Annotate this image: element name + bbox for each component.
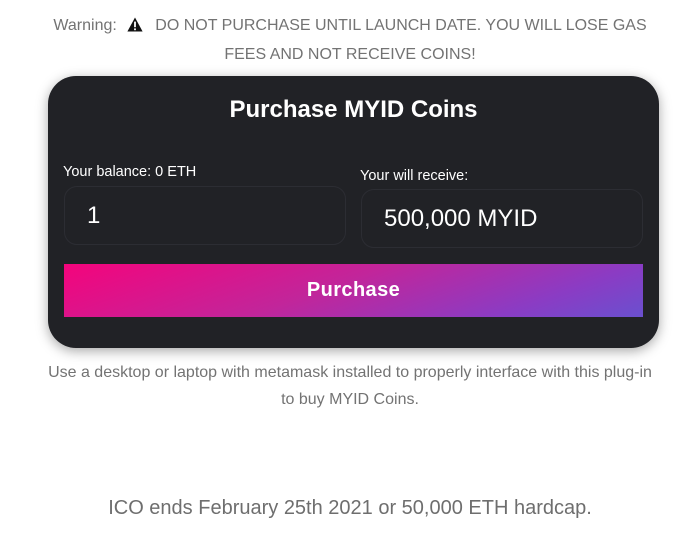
purchase-card: Purchase MYID Coins Your balance: 0 ETH … bbox=[48, 76, 659, 348]
card-title: Purchase MYID Coins bbox=[229, 96, 478, 123]
warning-banner: Warning: DO NOT PURCHASE UNTIL LAUNCH DA… bbox=[40, 12, 660, 68]
receive-amount-field: 500,000 MYID bbox=[361, 189, 643, 248]
eth-amount-input[interactable] bbox=[64, 186, 346, 245]
ico-end-notice: ICO ends February 25th 2021 or 50,000 ET… bbox=[108, 497, 592, 519]
warning-message: DO NOT PURCHASE UNTIL LAUNCH DATE. YOU W… bbox=[155, 17, 647, 63]
balance-label: Your balance: 0 ETH bbox=[63, 164, 197, 180]
metamask-note: Use a desktop or laptop with metamask in… bbox=[48, 364, 652, 408]
warning-triangle-icon bbox=[127, 14, 143, 41]
purchase-button[interactable]: Purchase bbox=[64, 264, 643, 317]
receive-label: Your will receive: bbox=[360, 168, 469, 184]
warning-prefix: Warning: bbox=[53, 17, 117, 34]
